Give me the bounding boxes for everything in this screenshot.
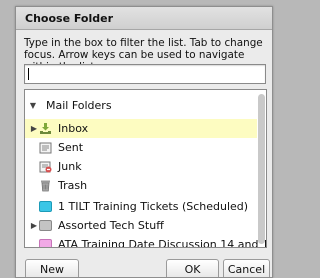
disclosure-closed-icon[interactable]: ▶ [29,119,39,138]
list-item-tilt-training-tickets[interactable]: 1 TILT Training Tickets (Scheduled) [25,197,257,216]
ok-button[interactable]: OK [166,259,219,277]
scrollbar[interactable] [258,94,265,244]
scrollbar-thumb[interactable] [258,94,265,244]
list-item-label: 1 TILT Training Tickets (Scheduled) [58,200,249,213]
folder-icon [39,201,52,212]
folder-list[interactable]: ▼ Mail Folders ▶ Inbox Sent Junk Trash 1… [24,89,267,248]
list-item-label: Inbox [58,122,89,135]
disclosure-open-icon[interactable]: ▼ [28,96,38,115]
junk-icon [39,161,52,173]
list-item-label: Assorted Tech Stuff [58,219,164,232]
filter-field[interactable] [24,64,266,84]
list-item-label: Mail Folders [46,99,112,112]
sent-icon [39,142,52,154]
list-item-label: Trash [58,179,88,192]
list-item-label: Sent [58,141,84,154]
choose-folder-dialog: Choose Folder Type in the box to filter … [15,6,273,278]
list-item-assorted-tech-stuff[interactable]: ▶ Assorted Tech Stuff [25,216,257,235]
trash-icon [41,180,50,192]
filter-input[interactable] [28,65,265,83]
list-item-mail-folders[interactable]: ▼ Mail Folders [25,96,257,115]
new-button[interactable]: New [25,259,79,277]
text-caret [28,68,29,80]
folder-icon [39,220,52,231]
disclosure-closed-icon[interactable]: ▶ [29,216,39,235]
list-item-trash[interactable]: Trash [25,176,257,195]
cancel-button[interactable]: Cancel [223,259,270,277]
list-item-sent[interactable]: Sent [25,138,257,157]
list-item-inbox[interactable]: ▶ Inbox [25,119,257,138]
dialog-title: Choose Folder [16,7,272,30]
inbox-icon [40,123,51,134]
folder-icon [39,239,52,247]
list-item-label: Junk [58,160,82,173]
list-item-ata-training-date-discussion[interactable]: ATA Training Date Discussion 14 and 18 [25,235,266,247]
list-item-label: ATA Training Date Discussion 14 and 18 [58,238,267,248]
list-item-junk[interactable]: Junk [25,157,257,176]
